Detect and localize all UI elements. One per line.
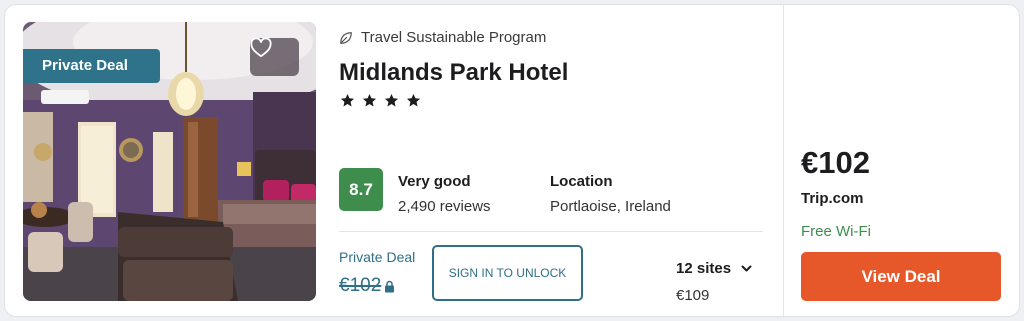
- deal-amenity: Free Wi-Fi: [801, 223, 871, 240]
- location-value: Portlaoise, Ireland: [550, 198, 671, 215]
- sites-lowest-price: €109: [676, 287, 710, 304]
- view-deal-button[interactable]: View Deal: [801, 252, 1001, 301]
- star-icon: [362, 93, 377, 107]
- leaf-icon: [340, 31, 352, 44]
- hotel-name[interactable]: Midlands Park Hotel: [339, 59, 568, 87]
- sustainable-program[interactable]: Travel Sustainable Program: [339, 29, 546, 46]
- star-icon: [340, 93, 355, 107]
- star-icon: [384, 93, 399, 107]
- sites-toggle[interactable]: 12 sites: [676, 260, 752, 277]
- sites-comparison[interactable]: 12 sites €109: [676, 260, 752, 304]
- hotel-info: Travel Sustainable Program Midlands Park…: [339, 5, 763, 318]
- favorite-button[interactable]: [250, 38, 299, 76]
- rating-label: Very good: [398, 173, 471, 190]
- heart-icon: [250, 38, 272, 58]
- deal-price: €102: [801, 145, 870, 180]
- sign-in-to-unlock-button[interactable]: SIGN IN TO UNLOCK: [432, 245, 583, 301]
- lock-icon: [385, 280, 395, 292]
- private-deal-price: €102: [339, 275, 395, 297]
- private-deal-price-value: €102: [339, 275, 382, 296]
- private-deal-badge: Private Deal: [23, 49, 160, 83]
- hotel-photo[interactable]: Private Deal: [23, 22, 316, 301]
- divider: [339, 231, 763, 232]
- star-icon: [406, 93, 421, 107]
- deal-provider: Trip.com: [801, 190, 864, 207]
- review-score[interactable]: 8.7: [339, 168, 383, 211]
- review-count: 2,490 reviews: [398, 198, 491, 215]
- review-summary[interactable]: Very good 2,490 reviews: [398, 173, 491, 215]
- private-deal-label: Private Deal: [339, 249, 416, 265]
- program-label: Travel Sustainable Program: [361, 29, 547, 46]
- location-summary[interactable]: Location Portlaoise, Ireland: [550, 173, 671, 215]
- hotel-result-card[interactable]: Private Deal Travel Sustainable Program …: [4, 4, 1020, 318]
- location-label: Location: [550, 173, 613, 190]
- star-rating: [340, 93, 421, 108]
- chevron-down-icon: [741, 265, 752, 271]
- sites-count: 12 sites: [676, 260, 732, 277]
- column-divider: [783, 5, 784, 318]
